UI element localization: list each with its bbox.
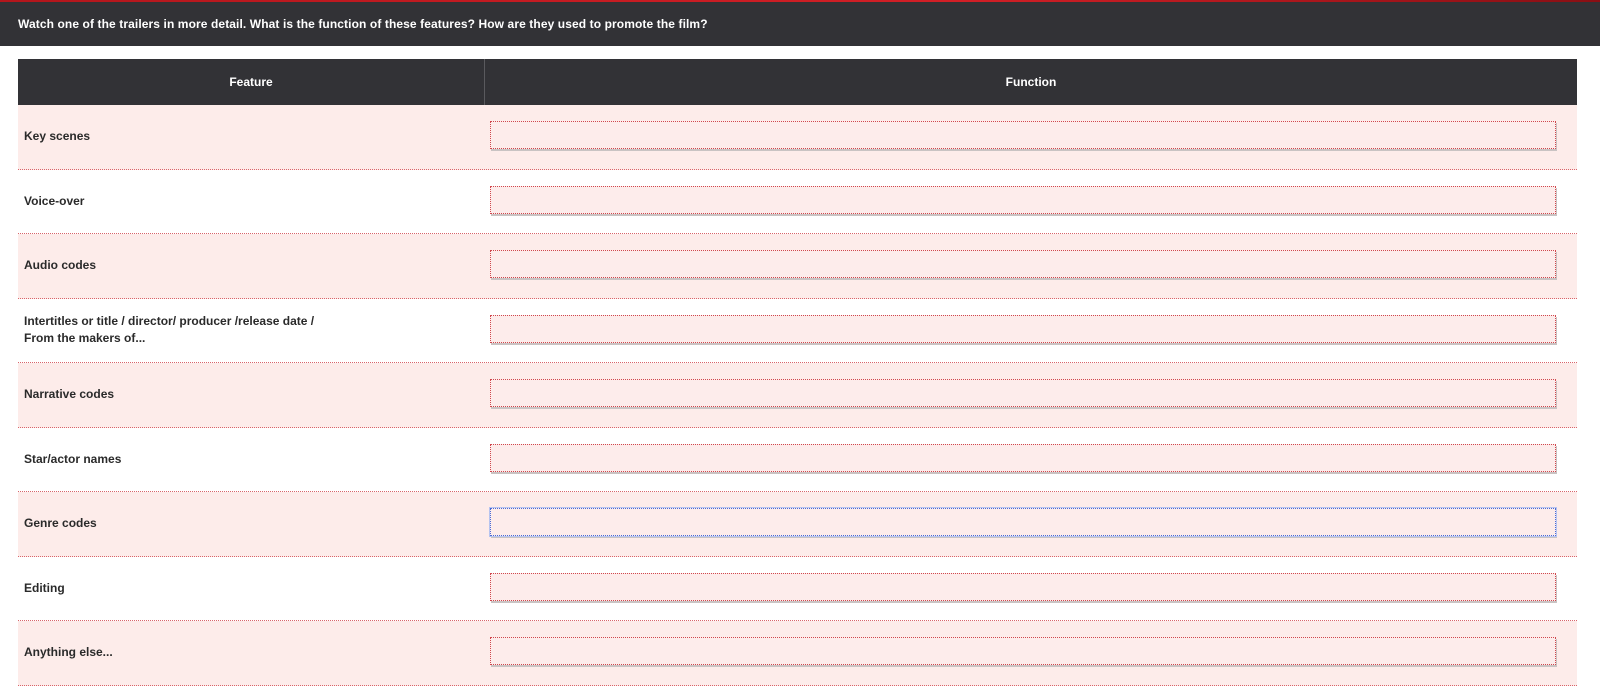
- table-row: Key scenes: [18, 105, 1577, 170]
- table-row: Intertitles or title / director/ produce…: [18, 298, 1577, 363]
- table-row: Genre codes: [18, 492, 1577, 557]
- feature-label: Voice-over: [24, 193, 85, 208]
- table-row: Narrative codes: [18, 363, 1577, 428]
- table-row: Voice-over: [18, 169, 1577, 234]
- function-cell: [485, 234, 1577, 298]
- table-header: Feature Function: [18, 59, 1577, 105]
- function-input-editing[interactable]: [490, 572, 1556, 601]
- function-cell: [485, 557, 1577, 621]
- function-input-intertitles[interactable]: [490, 314, 1556, 343]
- function-input-anything-else[interactable]: [490, 637, 1556, 665]
- table-row: Star/actor names: [18, 427, 1577, 492]
- function-input-voice-over[interactable]: [490, 185, 1556, 214]
- function-input-key-scenes[interactable]: [490, 121, 1556, 149]
- feature-function-table: Feature Function Key scenes Voice-over A…: [18, 59, 1577, 686]
- column-header-function: Function: [1005, 75, 1057, 89]
- function-input-star-actor-names[interactable]: [490, 443, 1556, 472]
- feature-label: Intertitles or title / director/ produce…: [24, 314, 315, 346]
- feature-label: Editing: [24, 580, 65, 595]
- table-row: Anything else...: [18, 621, 1577, 686]
- instruction-text: Watch one of the trailers in more detail…: [18, 17, 708, 31]
- function-input-audio-codes[interactable]: [490, 250, 1556, 278]
- feature-label: Star/actor names: [24, 451, 122, 466]
- instruction-bar: Watch one of the trailers in more detail…: [0, 2, 1600, 46]
- function-cell: [485, 428, 1577, 492]
- function-cell: [485, 170, 1577, 234]
- function-cell: [485, 299, 1577, 363]
- feature-label: Audio codes: [24, 258, 97, 273]
- function-cell: [485, 492, 1577, 556]
- feature-label: Narrative codes: [24, 387, 115, 402]
- feature-label: Key scenes: [24, 129, 91, 144]
- table-row: Audio codes: [18, 234, 1577, 299]
- feature-label: Genre codes: [24, 516, 97, 531]
- function-cell: [485, 621, 1577, 685]
- feature-label: Anything else...: [24, 645, 113, 660]
- function-cell: [485, 105, 1577, 169]
- function-input-genre-codes[interactable]: [490, 508, 1556, 536]
- column-header-feature: Feature: [18, 59, 485, 105]
- function-input-narrative-codes[interactable]: [490, 379, 1556, 407]
- function-cell: [485, 363, 1577, 427]
- table-row: Editing: [18, 556, 1577, 621]
